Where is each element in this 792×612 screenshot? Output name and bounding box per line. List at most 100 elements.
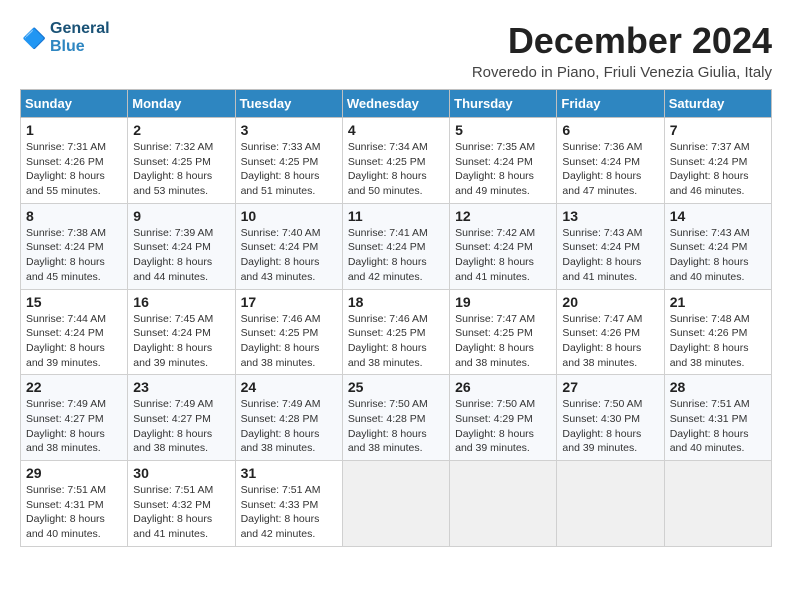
day-info: Sunrise: 7:43 AMSunset: 4:24 PMDaylight:…: [562, 226, 658, 285]
calendar-day-cell: 19 Sunrise: 7:47 AMSunset: 4:25 PMDayligh…: [450, 289, 557, 375]
title-block: December 2024 Roveredo in Piano, Friuli …: [472, 20, 772, 81]
calendar-day-cell: 25 Sunrise: 7:50 AMSunset: 4:28 PMDayligh…: [342, 375, 449, 461]
calendar-day-cell: 27Sunrise: 7:50 AMSunset: 4:30 PMDayligh…: [557, 375, 664, 461]
logo-bird-icon: 🔷: [22, 24, 50, 52]
calendar-day-cell: 10 Sunrise: 7:40 AMSunset: 4:24 PMDayligh…: [235, 203, 342, 289]
calendar-day-cell: 29Sunrise: 7:51 AMSunset: 4:31 PMDayligh…: [21, 461, 128, 547]
day-number: 11: [348, 208, 444, 224]
day-info: Sunrise: 7:35 AMSunset: 4:24 PMDaylight:…: [455, 140, 551, 199]
day-info: Sunrise: 7:31 AMSunset: 4:26 PMDaylight:…: [26, 140, 122, 199]
weekday-header-cell: Tuesday: [235, 90, 342, 118]
calendar-day-cell: 14 Sunrise: 7:43 AMSunset: 4:24 PMDayligh…: [664, 203, 771, 289]
calendar-day-cell: 22Sunrise: 7:49 AMSunset: 4:27 PMDayligh…: [21, 375, 128, 461]
calendar-day-cell: 9 Sunrise: 7:39 AMSunset: 4:24 PMDaylight…: [128, 203, 235, 289]
day-number: 23: [133, 379, 229, 395]
day-number: 5: [455, 122, 551, 138]
day-number: 28: [670, 379, 766, 395]
calendar-day-cell: 12Sunrise: 7:42 AMSunset: 4:24 PMDayligh…: [450, 203, 557, 289]
day-number: 26: [455, 379, 551, 395]
calendar-week-row: 29Sunrise: 7:51 AMSunset: 4:31 PMDayligh…: [21, 461, 772, 547]
day-number: 2: [133, 122, 229, 138]
calendar-day-cell: 28 Sunrise: 7:51 AMSunset: 4:31 PMDayligh…: [664, 375, 771, 461]
day-info: Sunrise: 7:39 AMSunset: 4:24 PMDaylight:…: [133, 226, 229, 285]
day-number: 15: [26, 294, 122, 310]
calendar-day-cell: 8Sunrise: 7:38 AMSunset: 4:24 PMDaylight…: [21, 203, 128, 289]
calendar-day-cell: 1 Sunrise: 7:31 AMSunset: 4:26 PMDaylight…: [21, 118, 128, 204]
day-info: Sunrise: 7:44 AMSunset: 4:24 PMDaylight:…: [26, 312, 122, 371]
day-number: 18: [348, 294, 444, 310]
day-number: 31: [241, 465, 337, 481]
calendar-week-row: 15 Sunrise: 7:44 AMSunset: 4:24 PMDayligh…: [21, 289, 772, 375]
month-title: December 2024: [472, 20, 772, 62]
calendar-day-cell: 13Sunrise: 7:43 AMSunset: 4:24 PMDayligh…: [557, 203, 664, 289]
calendar-table: SundayMondayTuesdayWednesdayThursdayFrid…: [20, 89, 772, 547]
day-number: 19: [455, 294, 551, 310]
day-number: 29: [26, 465, 122, 481]
day-number: 9: [133, 208, 229, 224]
calendar-day-cell: [450, 461, 557, 547]
day-info: Sunrise: 7:46 AMSunset: 4:25 PMDaylight:…: [348, 312, 444, 371]
day-number: 1: [26, 122, 122, 138]
day-info: Sunrise: 7:36 AMSunset: 4:24 PMDaylight:…: [562, 140, 658, 199]
calendar-day-cell: 23 Sunrise: 7:49 AMSunset: 4:27 PMDayligh…: [128, 375, 235, 461]
day-number: 16: [133, 294, 229, 310]
day-info: Sunrise: 7:43 AMSunset: 4:24 PMDaylight:…: [670, 226, 766, 285]
day-info: Sunrise: 7:47 AMSunset: 4:25 PMDaylight:…: [455, 312, 551, 371]
day-number: 20: [562, 294, 658, 310]
day-number: 22: [26, 379, 122, 395]
day-info: Sunrise: 7:51 AMSunset: 4:33 PMDaylight:…: [241, 483, 337, 542]
day-number: 10: [241, 208, 337, 224]
day-info: Sunrise: 7:50 AMSunset: 4:29 PMDaylight:…: [455, 397, 551, 456]
day-info: Sunrise: 7:50 AMSunset: 4:28 PMDaylight:…: [348, 397, 444, 456]
day-info: Sunrise: 7:46 AMSunset: 4:25 PMDaylight:…: [241, 312, 337, 371]
calendar-day-cell: 20 Sunrise: 7:47 AMSunset: 4:26 PMDayligh…: [557, 289, 664, 375]
weekday-header-cell: Monday: [128, 90, 235, 118]
logo-blue: Blue: [50, 38, 110, 56]
calendar-day-cell: [557, 461, 664, 547]
day-info: Sunrise: 7:48 AMSunset: 4:26 PMDaylight:…: [670, 312, 766, 371]
calendar-week-row: 8Sunrise: 7:38 AMSunset: 4:24 PMDaylight…: [21, 203, 772, 289]
calendar-day-cell: 26 Sunrise: 7:50 AMSunset: 4:29 PMDayligh…: [450, 375, 557, 461]
day-info: Sunrise: 7:47 AMSunset: 4:26 PMDaylight:…: [562, 312, 658, 371]
calendar-day-cell: 4Sunrise: 7:34 AMSunset: 4:25 PMDaylight…: [342, 118, 449, 204]
calendar-day-cell: 15 Sunrise: 7:44 AMSunset: 4:24 PMDayligh…: [21, 289, 128, 375]
calendar-day-cell: [664, 461, 771, 547]
calendar-day-cell: 17Sunrise: 7:46 AMSunset: 4:25 PMDayligh…: [235, 289, 342, 375]
day-number: 14: [670, 208, 766, 224]
day-info: Sunrise: 7:33 AMSunset: 4:25 PMDaylight:…: [241, 140, 337, 199]
weekday-header-cell: Thursday: [450, 90, 557, 118]
calendar-day-cell: 7Sunrise: 7:37 AMSunset: 4:24 PMDaylight…: [664, 118, 771, 204]
calendar-day-cell: 16 Sunrise: 7:45 AMSunset: 4:24 PMDayligh…: [128, 289, 235, 375]
calendar-day-cell: 3 Sunrise: 7:33 AMSunset: 4:25 PMDaylight…: [235, 118, 342, 204]
calendar-body: 1 Sunrise: 7:31 AMSunset: 4:26 PMDaylight…: [21, 118, 772, 547]
day-number: 21: [670, 294, 766, 310]
logo: 🔷 General Blue: [20, 20, 110, 55]
day-info: Sunrise: 7:41 AMSunset: 4:24 PMDaylight:…: [348, 226, 444, 285]
weekday-header-cell: Friday: [557, 90, 664, 118]
calendar-day-cell: 11 Sunrise: 7:41 AMSunset: 4:24 PMDayligh…: [342, 203, 449, 289]
calendar-day-cell: 21 Sunrise: 7:48 AMSunset: 4:26 PMDayligh…: [664, 289, 771, 375]
logo-general: General: [50, 20, 110, 38]
weekday-header-cell: Wednesday: [342, 90, 449, 118]
calendar-day-cell: 30 Sunrise: 7:51 AMSunset: 4:32 PMDayligh…: [128, 461, 235, 547]
location-title: Roveredo in Piano, Friuli Venezia Giulia…: [472, 64, 772, 81]
calendar-day-cell: [342, 461, 449, 547]
calendar-day-cell: 5 Sunrise: 7:35 AMSunset: 4:24 PMDaylight…: [450, 118, 557, 204]
day-number: 3: [241, 122, 337, 138]
day-number: 25: [348, 379, 444, 395]
calendar-day-cell: 31 Sunrise: 7:51 AMSunset: 4:33 PMDayligh…: [235, 461, 342, 547]
calendar-day-cell: 24Sunrise: 7:49 AMSunset: 4:28 PMDayligh…: [235, 375, 342, 461]
day-number: 27: [562, 379, 658, 395]
day-number: 12: [455, 208, 551, 224]
day-info: Sunrise: 7:49 AMSunset: 4:27 PMDaylight:…: [133, 397, 229, 456]
day-info: Sunrise: 7:40 AMSunset: 4:24 PMDaylight:…: [241, 226, 337, 285]
day-info: Sunrise: 7:45 AMSunset: 4:24 PMDaylight:…: [133, 312, 229, 371]
day-info: Sunrise: 7:51 AMSunset: 4:32 PMDaylight:…: [133, 483, 229, 542]
day-number: 30: [133, 465, 229, 481]
day-info: Sunrise: 7:34 AMSunset: 4:25 PMDaylight:…: [348, 140, 444, 199]
header: 🔷 General Blue December 2024 Roveredo in…: [20, 20, 772, 81]
day-info: Sunrise: 7:38 AMSunset: 4:24 PMDaylight:…: [26, 226, 122, 285]
day-number: 24: [241, 379, 337, 395]
day-info: Sunrise: 7:51 AMSunset: 4:31 PMDaylight:…: [670, 397, 766, 456]
day-number: 6: [562, 122, 658, 138]
